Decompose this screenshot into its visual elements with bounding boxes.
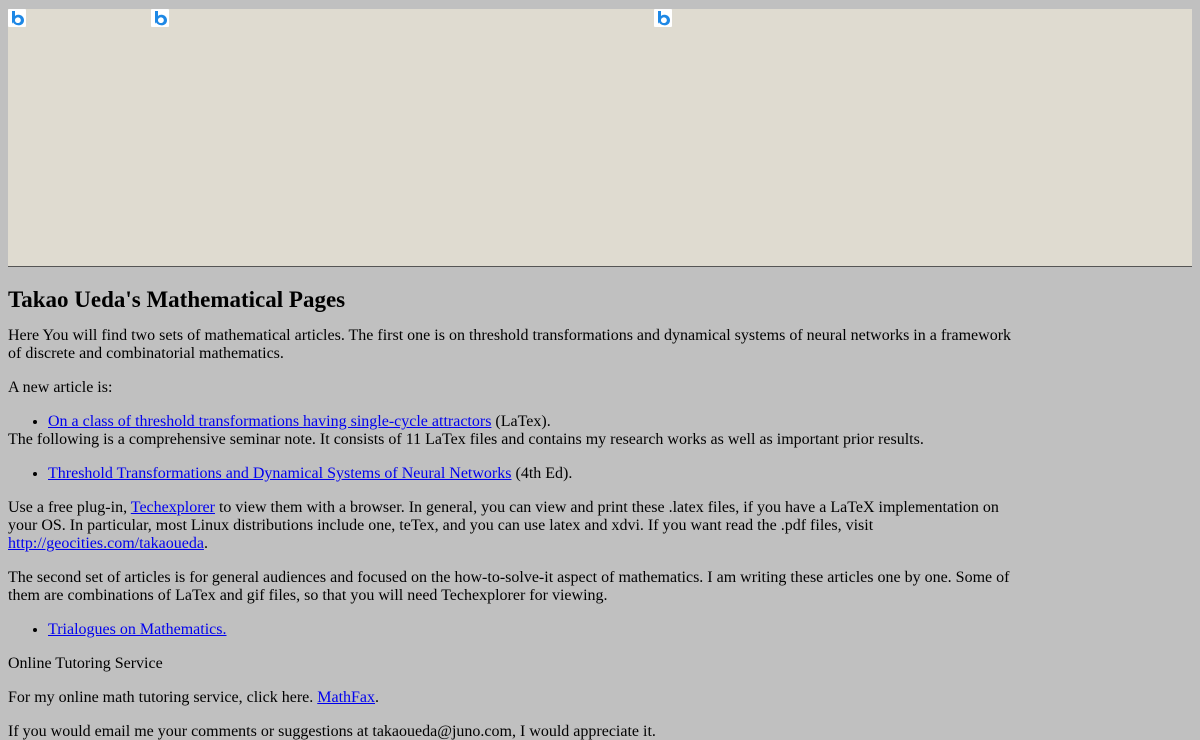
web-page: Takao Ueda's Mathematical Pages Here You… [0, 0, 1200, 740]
seminar-link[interactable]: Threshold Transformations and Dynamical … [48, 465, 511, 482]
bing-b-icon [654, 9, 672, 27]
seminar-edition: (4th Ed). [511, 465, 573, 482]
tutoring-paragraph: For my online math tutoring service, cli… [8, 689, 1018, 707]
email-text: If you would email me your comments or s… [8, 723, 656, 740]
tutoring-suffix: . [375, 689, 380, 706]
seminar-item: Threshold Transformations and Dynamical … [48, 465, 1018, 483]
plugin-text-end: . [203, 535, 208, 552]
main-content: Takao Ueda's Mathematical Pages Here You… [8, 286, 1018, 740]
new-article-item: On a class of threshold transformations … [48, 413, 1018, 431]
trialogues-list: Trialogues on Mathematics. [8, 621, 1018, 639]
trialogues-item: Trialogues on Mathematics. [48, 621, 1018, 639]
second-set-text: The second set of articles is for genera… [8, 569, 1010, 604]
plugin-paragraph: Use a free plug-in, Techexplorer to view… [8, 499, 1018, 553]
geocities-link[interactable]: http://geocities.com/takaoueda [8, 535, 204, 552]
tutoring-heading: Online Tutoring Service [8, 655, 163, 672]
mathfax-link[interactable]: MathFax [317, 689, 375, 706]
intro-text: Here You will find two sets of mathemati… [8, 327, 1012, 362]
bing-b-icon [8, 9, 26, 27]
new-article-list: On a class of threshold transformations … [8, 413, 1018, 431]
seminar-list: Threshold Transformations and Dynamical … [8, 465, 1018, 483]
new-article-intro: A new article is: [8, 379, 113, 396]
new-article-link[interactable]: On a class of threshold transformations … [48, 413, 491, 430]
header-banner [8, 9, 1192, 267]
plugin-text-start: Use a free plug-in, [8, 499, 131, 516]
page-title: Takao Ueda's Mathematical Pages [8, 287, 346, 312]
tutoring-text: For my online math tutoring service, cli… [8, 689, 318, 706]
bing-b-icon [151, 9, 169, 27]
trialogues-link[interactable]: Trialogues on Mathematics. [48, 621, 227, 638]
seminar-intro: The following is a comprehensive seminar… [8, 431, 924, 448]
techexplorer-link[interactable]: Techexplorer [131, 499, 215, 516]
new-article-format: (LaTex). [491, 413, 551, 430]
